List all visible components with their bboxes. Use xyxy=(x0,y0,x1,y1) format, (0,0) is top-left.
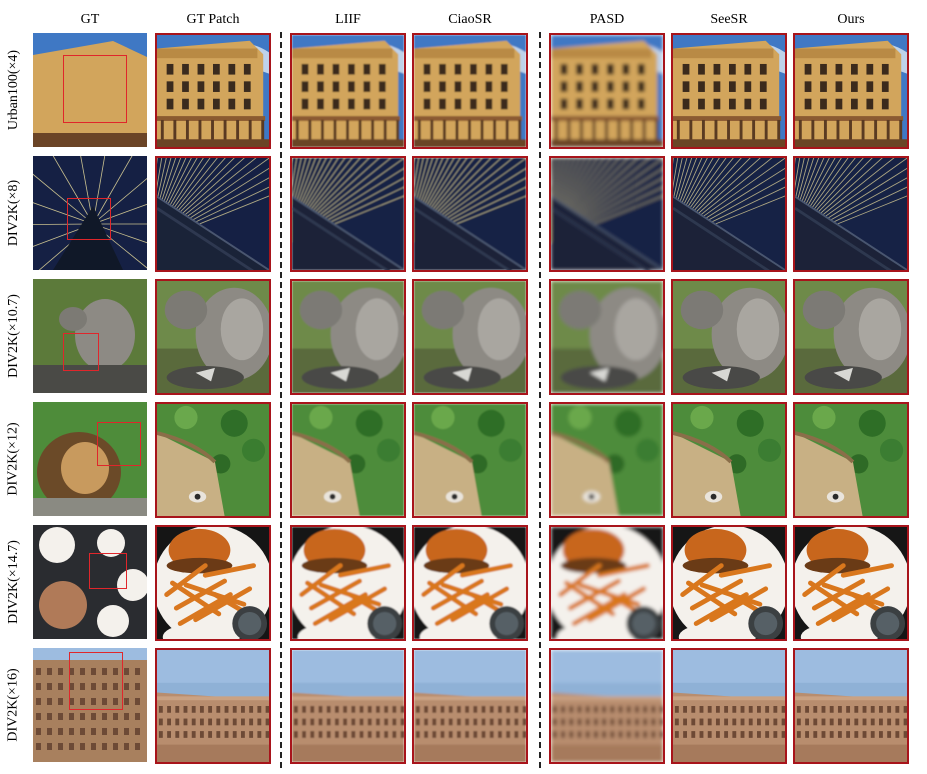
row-label-div2k-x10-7: DIV2K(×10.7) xyxy=(6,294,21,378)
gt-crop-box xyxy=(69,652,123,710)
image-div2k-16-seesr xyxy=(671,648,787,764)
gt-crop-box xyxy=(89,553,127,589)
image-div2k-10-7-gt-patch xyxy=(155,279,271,395)
row-label-div2k-x8: DIV2K(×8) xyxy=(6,179,21,247)
separator-gt-methods xyxy=(280,32,282,768)
image-div2k-8-seesr xyxy=(671,156,787,272)
column-header-ours: Ours xyxy=(837,12,865,27)
image-div2k-12-gt xyxy=(33,402,147,516)
image-urban100-4-gt xyxy=(33,33,147,147)
image-div2k-14-7-liif xyxy=(290,525,406,641)
image-div2k-14-7-pasd xyxy=(549,525,665,641)
image-urban100-4-ciaosr xyxy=(412,33,528,149)
image-div2k-10-7-ours xyxy=(793,279,909,395)
image-div2k-10-7-pasd xyxy=(549,279,665,395)
image-div2k-8-ours xyxy=(793,156,909,272)
image-div2k-8-pasd xyxy=(549,156,665,272)
image-urban100-4-pasd xyxy=(549,33,665,149)
image-div2k-8-liif xyxy=(290,156,406,272)
image-div2k-10-7-liif xyxy=(290,279,406,395)
column-header-pasd: PASD xyxy=(589,12,625,27)
image-div2k-12-ours xyxy=(793,402,909,518)
image-div2k-10-7-gt xyxy=(33,279,147,393)
image-div2k-16-ciaosr xyxy=(412,648,528,764)
row-label-div2k-x16: DIV2K(×16) xyxy=(6,668,21,742)
image-div2k-8-gt xyxy=(33,156,147,270)
image-div2k-14-7-gt-patch xyxy=(155,525,271,641)
image-urban100-4-seesr xyxy=(671,33,787,149)
image-div2k-12-seesr xyxy=(671,402,787,518)
column-header-liif: LIIF xyxy=(335,12,361,27)
column-header-gt-patch: GT Patch xyxy=(186,12,240,27)
gt-crop-box xyxy=(63,333,99,371)
image-div2k-8-ciaosr xyxy=(412,156,528,272)
image-div2k-12-gt-patch xyxy=(155,402,271,518)
image-div2k-12-liif xyxy=(290,402,406,518)
image-div2k-16-pasd xyxy=(549,648,665,764)
row-label-div2k-x12: DIV2K(×12) xyxy=(6,422,21,496)
image-div2k-12-pasd xyxy=(549,402,665,518)
gt-crop-box xyxy=(97,422,141,466)
image-div2k-16-ours xyxy=(793,648,909,764)
image-div2k-14-7-seesr xyxy=(671,525,787,641)
image-div2k-16-liif xyxy=(290,648,406,764)
image-div2k-10-7-seesr xyxy=(671,279,787,395)
column-header-seesr: SeeSR xyxy=(710,12,748,27)
separator-regression-generative xyxy=(539,32,541,768)
image-div2k-12-ciaosr xyxy=(412,402,528,518)
gt-crop-box xyxy=(63,55,127,123)
row-label-div2k-x14-7: DIV2K(×14.7) xyxy=(6,540,21,624)
image-urban100-4-ours xyxy=(793,33,909,149)
image-div2k-14-7-ciaosr xyxy=(412,525,528,641)
image-urban100-4-gt-patch xyxy=(155,33,271,149)
column-header-gt: GT xyxy=(80,12,100,27)
row-label-urban100-x4: Urban100(×4) xyxy=(6,49,21,131)
image-div2k-10-7-ciaosr xyxy=(412,279,528,395)
image-div2k-16-gt-patch xyxy=(155,648,271,764)
column-header-ciaosr: CiaoSR xyxy=(448,12,492,27)
image-div2k-8-gt-patch xyxy=(155,156,271,272)
image-urban100-4-liif xyxy=(290,33,406,149)
image-div2k-16-gt xyxy=(33,648,147,762)
image-div2k-14-7-gt xyxy=(33,525,147,639)
gt-crop-box xyxy=(67,198,111,240)
image-div2k-14-7-ours xyxy=(793,525,909,641)
